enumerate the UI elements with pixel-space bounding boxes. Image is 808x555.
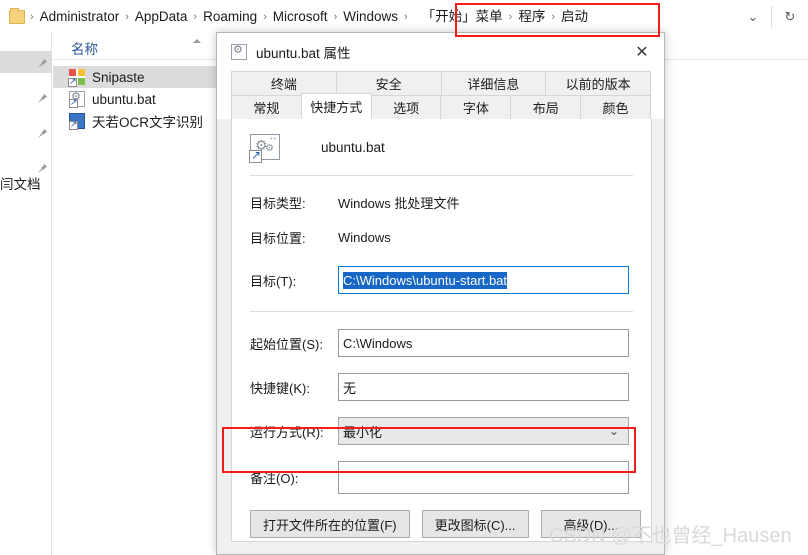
- field-label-start-in: 起始位置(S):: [250, 336, 323, 352]
- field-comment: 备注(O):: [232, 461, 651, 494]
- breadcrumb-item-appdata[interactable]: AppData: [130, 7, 193, 27]
- advanced-button[interactable]: 高级(D)...: [540, 510, 642, 538]
- screen-root: 闫文档 名称 Snipaste ubuntu.bat 天若OCR文字识别: [0, 0, 808, 555]
- shortcut-header: •• ⚙ ⚙ ubuntu.bat: [232, 119, 651, 175]
- folder-icon: [9, 7, 25, 24]
- shortcut-tab-panel: •• ⚙ ⚙ ubuntu.bat 目标类型: Windows 批处理文件 目标…: [231, 119, 652, 542]
- chevron-down-icon[interactable]: ⌄: [609, 424, 619, 438]
- tab-layout[interactable]: 布局: [510, 95, 582, 119]
- tab-row-lower: 常规 快捷方式 选项 字体 布局 颜色: [231, 93, 651, 119]
- tab-terminal[interactable]: 终端: [231, 71, 337, 95]
- field-value-target-type: Windows 批处理文件: [338, 196, 460, 211]
- properties-dialog: ubuntu.bat 属性 ✕ 终端 安全 详细信息 以前的版本 常规 快捷方式…: [216, 32, 665, 555]
- field-shortcut-key: 快捷键(K): 无: [232, 373, 651, 401]
- divider: [250, 311, 633, 312]
- column-header-name[interactable]: 名称: [71, 38, 98, 58]
- tab-colors[interactable]: 颜色: [580, 95, 651, 119]
- start-in-input[interactable]: C:\Windows: [338, 329, 629, 357]
- field-label-comment: 备注(O):: [250, 471, 299, 486]
- pin-icon[interactable]: [37, 58, 48, 69]
- target-input-value: C:\Windows\ubuntu-start.bat: [343, 271, 508, 289]
- breadcrumb-item-roaming[interactable]: Roaming: [198, 7, 262, 27]
- shortcut-key-input[interactable]: 无: [338, 373, 629, 401]
- sort-ascending-icon: [193, 39, 201, 43]
- target-input[interactable]: C:\Windows\ubuntu-start.bat: [338, 266, 629, 294]
- address-bar-controls: ⌄ ↻: [735, 0, 808, 33]
- tab-previous-versions[interactable]: 以前的版本: [545, 71, 651, 95]
- field-label-run-mode: 运行方式(R):: [250, 424, 324, 440]
- pin-icon[interactable]: [37, 128, 48, 139]
- field-label-target-location: 目标位置:: [250, 231, 306, 246]
- tab-details[interactable]: 详细信息: [440, 71, 547, 95]
- breadcrumb-item-windows[interactable]: Windows: [338, 7, 403, 27]
- batch-shortcut-icon: [231, 43, 247, 60]
- nav-item-partial-label[interactable]: 闫文档: [0, 173, 41, 193]
- field-target-type: 目标类型: Windows 批处理文件: [232, 193, 651, 212]
- field-target-location: 目标位置: Windows: [232, 228, 651, 247]
- list-item-label: ubuntu.bat: [92, 91, 156, 107]
- chevron-down-icon[interactable]: ⌄: [735, 0, 771, 33]
- comment-input[interactable]: [338, 461, 629, 494]
- field-target: 目标(T): C:\Windows\ubuntu-start.bat: [232, 266, 651, 294]
- breadcrumb-item-administrator[interactable]: Administrator: [35, 7, 125, 27]
- field-run-mode: 运行方式(R): 最小化 ⌄: [232, 417, 651, 445]
- change-icon-button[interactable]: 更改图标(C)...: [421, 510, 529, 538]
- open-file-location-button[interactable]: 打开文件所在的位置(F): [250, 510, 410, 538]
- address-bar[interactable]: › Administrator › AppData › Roaming › Mi…: [0, 0, 808, 33]
- dialog-title: ubuntu.bat 属性: [256, 46, 351, 61]
- dialog-title-bar[interactable]: ubuntu.bat 属性 ✕: [217, 33, 664, 71]
- divider: [250, 175, 633, 176]
- tab-security[interactable]: 安全: [335, 71, 442, 95]
- tab-strip: 终端 安全 详细信息 以前的版本 常规 快捷方式 选项 字体 布局 颜色: [217, 71, 664, 119]
- list-item-label: Snipaste: [92, 69, 145, 85]
- field-label-target: 目标(T):: [250, 273, 297, 289]
- close-icon[interactable]: ✕: [620, 33, 664, 71]
- batch-shortcut-icon: •• ⚙ ⚙: [249, 134, 280, 163]
- breadcrumb-item-start-menu[interactable]: 「开始」菜单: [417, 7, 508, 27]
- tab-options[interactable]: 选项: [370, 95, 442, 119]
- tab-row-upper: 终端 安全 详细信息 以前的版本: [231, 71, 651, 95]
- breadcrumb-item-programs[interactable]: 程序: [513, 7, 550, 27]
- run-mode-value: 最小化: [343, 424, 383, 440]
- batch-shortcut-icon: [69, 90, 85, 108]
- breadcrumb-highlighted-group: 「开始」菜单 › 程序 › 启动: [409, 0, 593, 33]
- field-start-in: 起始位置(S): C:\Windows: [232, 329, 651, 357]
- navigation-pane[interactable]: 闫文档: [0, 33, 52, 555]
- field-label-target-type: 目标类型:: [250, 196, 306, 211]
- ocr-shortcut-icon: [69, 113, 85, 130]
- shortcut-name: ubuntu.bat: [321, 139, 385, 155]
- tab-shortcut[interactable]: 快捷方式: [300, 93, 372, 119]
- tab-general[interactable]: 常规: [231, 95, 302, 119]
- snipaste-icon: [68, 69, 85, 87]
- run-mode-select[interactable]: 最小化 ⌄: [338, 417, 629, 445]
- pin-icon[interactable]: [37, 93, 48, 104]
- tab-font[interactable]: 字体: [440, 95, 512, 119]
- field-value-target-location: Windows: [338, 230, 391, 245]
- field-label-shortcut-key: 快捷键(K):: [250, 380, 310, 396]
- list-item-label: 天若OCR文字识别: [92, 115, 203, 130]
- breadcrumb-item-startup[interactable]: 启动: [556, 7, 593, 27]
- dialog-button-row: 打开文件所在的位置(F) 更改图标(C)... 高级(D)...: [232, 510, 651, 538]
- breadcrumb-item-microsoft[interactable]: Microsoft: [268, 7, 333, 27]
- refresh-icon[interactable]: ↻: [772, 0, 808, 33]
